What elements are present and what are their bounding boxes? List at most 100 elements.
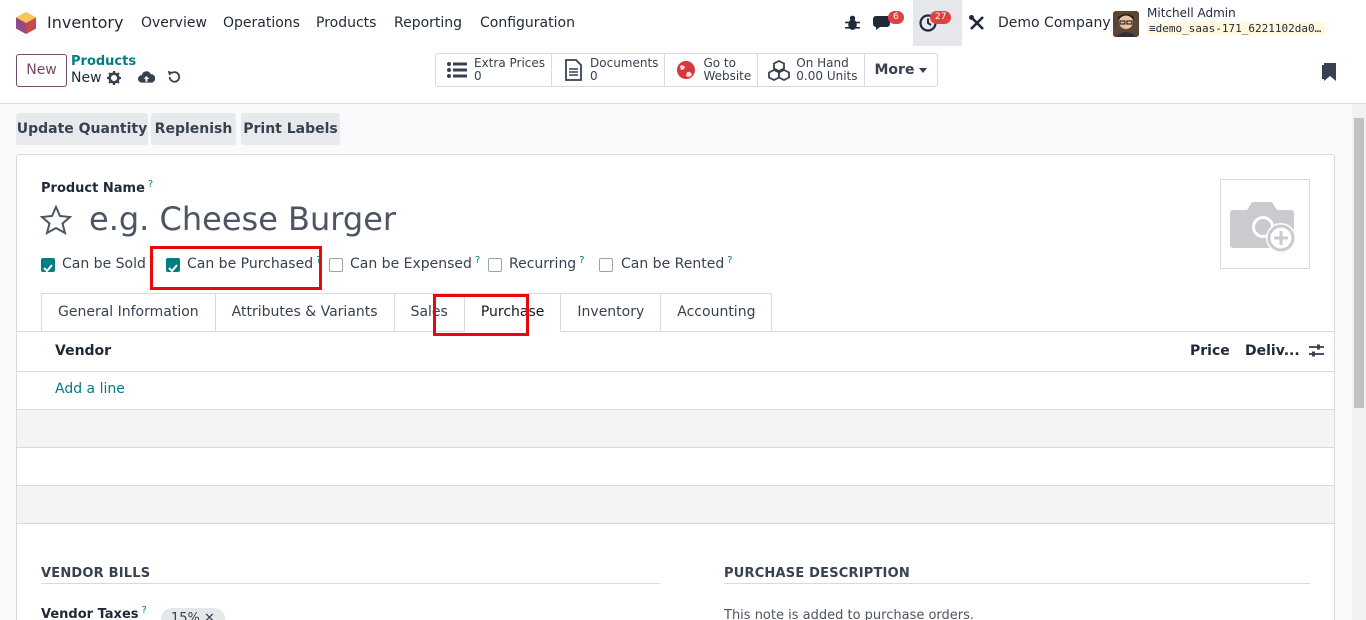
- form-tabs: General Information Attributes & Variant…: [41, 293, 773, 332]
- discard-icon[interactable]: [167, 70, 181, 84]
- help-tooltip[interactable]: ?: [475, 255, 480, 266]
- menu-operations[interactable]: Operations: [223, 15, 300, 31]
- product-name-input[interactable]: [89, 200, 589, 238]
- print-labels-button[interactable]: Print Labels: [241, 113, 340, 145]
- database-name: ≡demo_saas-171_6221102da0…: [1147, 22, 1326, 35]
- menu-reporting[interactable]: Reporting: [394, 15, 462, 31]
- documents-button[interactable]: Documents 0: [552, 54, 666, 86]
- breadcrumb-current: New: [71, 70, 102, 86]
- menu-products[interactable]: Products: [316, 15, 376, 31]
- purchase-description-title: PURCHASE DESCRIPTION: [724, 566, 910, 581]
- more-dropdown[interactable]: More: [865, 54, 938, 86]
- help-tooltip[interactable]: ?: [142, 605, 147, 616]
- smart-buttons: Extra Prices0 Documents0 Go toWebsite: [435, 53, 939, 87]
- recurring-text: Recurring: [509, 256, 577, 272]
- highlight-purchase-tab: [433, 294, 529, 336]
- product-image-upload[interactable]: [1220, 179, 1310, 269]
- control-panel: New Products New Extra Prices 0 Document…: [0, 46, 1366, 104]
- tools-icon[interactable]: [968, 14, 986, 32]
- tab-attributes-variants[interactable]: Attributes & Variants: [215, 293, 395, 332]
- empty-table-row: [17, 410, 1334, 447]
- caret-down-icon: [919, 67, 928, 73]
- recurring-checkbox[interactable]: [488, 258, 502, 272]
- tab-general-information[interactable]: General Information: [41, 293, 216, 332]
- vendor-tax-value: 15%: [171, 611, 200, 620]
- menu-configuration[interactable]: Configuration: [480, 15, 575, 31]
- remove-tag-icon[interactable]: ✕: [204, 611, 215, 620]
- extra-prices-label: Extra Prices: [474, 56, 546, 70]
- list-icon: [447, 62, 467, 78]
- new-button[interactable]: New: [16, 54, 67, 87]
- activities-badge: 27: [930, 11, 952, 24]
- more-label: More: [874, 62, 915, 78]
- cubes-icon: [768, 59, 791, 81]
- vendor-taxes-text: Vendor Taxes: [41, 607, 139, 620]
- menu-overview[interactable]: Overview: [141, 15, 207, 31]
- table-header-divider: [17, 371, 1334, 372]
- document-icon: [565, 59, 582, 81]
- product-name-label: Product Name?: [41, 179, 153, 196]
- can-be-expensed-checkbox[interactable]: [329, 258, 343, 272]
- page-scrollbar[interactable]: [1352, 104, 1366, 620]
- globe-icon: [677, 61, 696, 79]
- can-be-sold-checkbox[interactable]: [41, 258, 55, 273]
- check-icon: [43, 264, 53, 273]
- website-label: Website: [703, 69, 752, 83]
- table-row-divider: [17, 523, 1334, 524]
- on-hand-value: 0.00 Units: [796, 69, 858, 83]
- user-avatar[interactable]: [1113, 11, 1139, 37]
- add-a-line-link[interactable]: Add a line: [55, 381, 125, 397]
- optional-columns-icon[interactable]: [1309, 343, 1324, 358]
- can-be-rented-label: Can be Rented?: [621, 255, 733, 272]
- messages-badge: 6: [888, 11, 904, 24]
- database-label: demo_saas-171_6221102da0…: [1155, 22, 1322, 35]
- vendor-tax-tag[interactable]: 15% ✕: [161, 608, 225, 620]
- help-tooltip[interactable]: ?: [148, 179, 153, 190]
- update-quantity-button[interactable]: Update Quantity: [16, 113, 148, 145]
- breadcrumb-products[interactable]: Products: [71, 54, 136, 69]
- cloud-upload-icon[interactable]: [138, 70, 155, 84]
- can-be-expensed-text: Can be Expensed: [350, 256, 472, 272]
- help-tooltip[interactable]: ?: [727, 255, 732, 266]
- purchase-description-divider: [724, 583, 1310, 584]
- extra-prices-value: 0: [474, 69, 482, 83]
- vendor-bills-title: VENDOR BILLS: [41, 566, 151, 581]
- on-hand-button[interactable]: On Hand 0.00 Units: [758, 54, 865, 86]
- delivery-column-header[interactable]: Deliv...: [1245, 343, 1300, 359]
- vendor-column-header[interactable]: Vendor: [55, 343, 111, 359]
- table-row-divider: [17, 447, 1334, 448]
- app-name[interactable]: Inventory: [47, 13, 123, 32]
- extra-prices-button[interactable]: Extra Prices 0: [436, 54, 553, 86]
- empty-table-row: [17, 486, 1334, 523]
- vendor-taxes-label: Vendor Taxes?: [41, 605, 147, 620]
- database-icon: ≡: [1149, 22, 1156, 35]
- scrollbar-thumb[interactable]: [1354, 118, 1364, 408]
- camera-add-icon: [1230, 202, 1296, 253]
- user-name[interactable]: Mitchell Admin: [1147, 6, 1236, 20]
- bug-icon[interactable]: [844, 14, 861, 31]
- bookmark-icon[interactable]: [1322, 63, 1336, 81]
- documents-label: Documents: [590, 56, 659, 70]
- favorite-star-icon[interactable]: [40, 205, 72, 235]
- can-be-sold-label: Can be Sold?: [62, 255, 154, 272]
- documents-value: 0: [590, 69, 598, 83]
- can-be-rented-checkbox[interactable]: [599, 258, 613, 272]
- tab-inventory[interactable]: Inventory: [561, 293, 662, 332]
- price-column-header[interactable]: Price: [1190, 343, 1230, 359]
- can-be-sold-text: Can be Sold: [62, 256, 146, 272]
- company-switcher[interactable]: Demo Company: [998, 15, 1111, 31]
- replenish-button[interactable]: Replenish: [151, 113, 236, 145]
- purchase-description-field[interactable]: This note is added to purchase orders.: [724, 608, 974, 620]
- help-tooltip[interactable]: ?: [579, 255, 584, 266]
- highlight-can-be-purchased: [150, 246, 322, 290]
- can-be-rented-text: Can be Rented: [621, 256, 725, 272]
- gear-icon[interactable]: [107, 71, 121, 85]
- can-be-expensed-label: Can be Expensed?: [350, 255, 480, 272]
- recurring-label: Recurring?: [509, 255, 585, 272]
- vendor-bills-divider: [41, 583, 660, 584]
- go-to-website-button[interactable]: Go to Website: [665, 54, 759, 86]
- top-navbar: Inventory Overview Operations Products R…: [0, 0, 1366, 46]
- product-name-label-text: Product Name: [41, 181, 145, 196]
- tab-accounting[interactable]: Accounting: [661, 293, 773, 332]
- inventory-app-icon[interactable]: [16, 12, 36, 34]
